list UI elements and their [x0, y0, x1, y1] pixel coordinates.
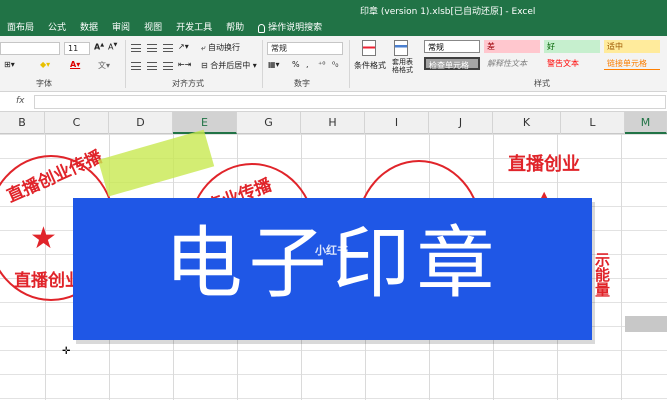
indent-icon[interactable]: ⇤⇥	[178, 60, 191, 69]
column-header[interactable]: B	[0, 112, 45, 134]
increase-decimal-icon[interactable]: ⁺⁰	[318, 60, 325, 69]
title-banner: 电子印章 小红书	[73, 198, 592, 340]
conditional-format-icon[interactable]	[362, 40, 376, 56]
table-format-icon[interactable]	[394, 40, 408, 56]
comma-style-icon[interactable]: ,	[306, 60, 309, 69]
column-header[interactable]: K	[493, 112, 561, 134]
align-left-icon[interactable]	[131, 62, 141, 70]
tell-me-label: 操作说明搜索	[268, 23, 323, 33]
font-name-select[interactable]	[0, 42, 60, 55]
tab-data[interactable]: 数据	[73, 20, 105, 36]
align-bottom-icon[interactable]	[163, 44, 173, 52]
accounting-format-icon[interactable]: ▦▾	[268, 60, 280, 69]
formula-input[interactable]	[34, 95, 666, 109]
align-middle-icon[interactable]	[147, 44, 157, 52]
number-group-label: 数字	[294, 79, 310, 88]
cell-cursor-icon: ✛	[62, 346, 71, 357]
style-bad[interactable]: 差	[484, 40, 540, 53]
align-center-icon[interactable]	[147, 62, 157, 70]
column-header[interactable]: D	[109, 112, 173, 134]
lightbulb-icon	[258, 23, 266, 33]
tab-help[interactable]: 帮助	[219, 20, 251, 36]
selected-cell-range[interactable]	[625, 316, 667, 332]
borders-icon[interactable]: ⊞▾	[4, 60, 15, 69]
decrease-decimal-icon[interactable]: ⁰₀	[332, 60, 338, 69]
ribbon-tabs: 面布局 公式 数据 审阅 视图 开发工具 帮助 操作说明搜索	[0, 20, 329, 36]
font-group-label: 字体	[36, 79, 52, 88]
style-normal[interactable]: 常规	[424, 40, 480, 53]
style-neutral[interactable]: 适中	[604, 40, 660, 53]
column-header-selected[interactable]: E	[173, 112, 237, 134]
tab-page-layout[interactable]: 面布局	[0, 20, 41, 36]
ribbon-divider	[349, 40, 350, 88]
ribbon-divider	[125, 40, 126, 88]
grow-font-icon[interactable]: A▲	[94, 42, 104, 52]
column-header-selected[interactable]: M	[625, 112, 667, 134]
align-right-icon[interactable]	[163, 62, 173, 70]
tell-me-search[interactable]: 操作说明搜索	[251, 20, 329, 36]
column-header[interactable]: H	[301, 112, 365, 134]
ribbon-divider	[262, 40, 263, 88]
column-header[interactable]: C	[45, 112, 109, 134]
style-warning[interactable]: 警告文本	[544, 57, 600, 70]
style-check-cell[interactable]: 检查单元格	[424, 57, 480, 70]
wrap-text-button[interactable]: ⤶ 自动换行	[201, 42, 240, 53]
align-top-icon[interactable]	[131, 44, 141, 52]
column-header[interactable]: G	[237, 112, 301, 134]
column-header[interactable]: J	[429, 112, 493, 134]
font-color-icon[interactable]: A▾	[70, 60, 80, 69]
watermark: 小红书	[315, 244, 348, 257]
star-icon: ★	[30, 221, 57, 256]
number-format-select[interactable]: 常规	[267, 42, 343, 55]
stamp-text: 直播创业	[508, 154, 580, 175]
phonetic-icon[interactable]: 文▾	[98, 60, 110, 71]
function-icon[interactable]: fx	[16, 96, 25, 106]
banner-title: 电子印章	[164, 219, 501, 309]
fill-color-icon[interactable]: ◆▾	[40, 60, 50, 69]
style-good[interactable]: 好	[544, 40, 600, 53]
alignment-group-label: 对齐方式	[172, 79, 204, 88]
window-title: 印章 (version 1).xlsb[已自动还原] - Excel	[360, 7, 536, 17]
title-bar: 印章 (version 1).xlsb[已自动还原] - Excel 面布局 公…	[0, 0, 667, 36]
tab-developer[interactable]: 开发工具	[169, 20, 219, 36]
font-size-select[interactable]: 11	[64, 42, 90, 55]
merge-center-button[interactable]: ⊟ 合并后居中 ▾	[201, 60, 257, 71]
column-headers: B C D E G H I J K L M	[0, 112, 667, 134]
shrink-font-icon[interactable]: A▼	[108, 42, 117, 52]
ribbon: 11 A▲ A▼ ⊞▾ ◆▾ A▾ 文▾ 字体 ↗▾ ⤶ 自动换行 ⇤⇥ ⊟ 合…	[0, 36, 667, 92]
column-header[interactable]: I	[365, 112, 429, 134]
tab-formulas[interactable]: 公式	[41, 20, 73, 36]
stamp-text: 直播创业	[14, 271, 82, 291]
formula-bar: fx	[0, 92, 667, 112]
styles-group-label: 样式	[534, 79, 550, 88]
format-as-table-button[interactable]: 套用表格格式	[392, 58, 414, 74]
percent-icon[interactable]: %	[292, 60, 300, 69]
tab-review[interactable]: 审阅	[105, 20, 137, 36]
style-linked-cell[interactable]: 链接单元格	[604, 57, 660, 70]
tab-view[interactable]: 视图	[137, 20, 169, 36]
stamp-text: 示能量	[593, 252, 611, 297]
conditional-format-button[interactable]: 条件格式	[354, 60, 386, 71]
style-explanatory[interactable]: 解释性文本	[484, 57, 540, 70]
orientation-icon[interactable]: ↗▾	[178, 42, 189, 51]
column-header[interactable]: L	[561, 112, 625, 134]
